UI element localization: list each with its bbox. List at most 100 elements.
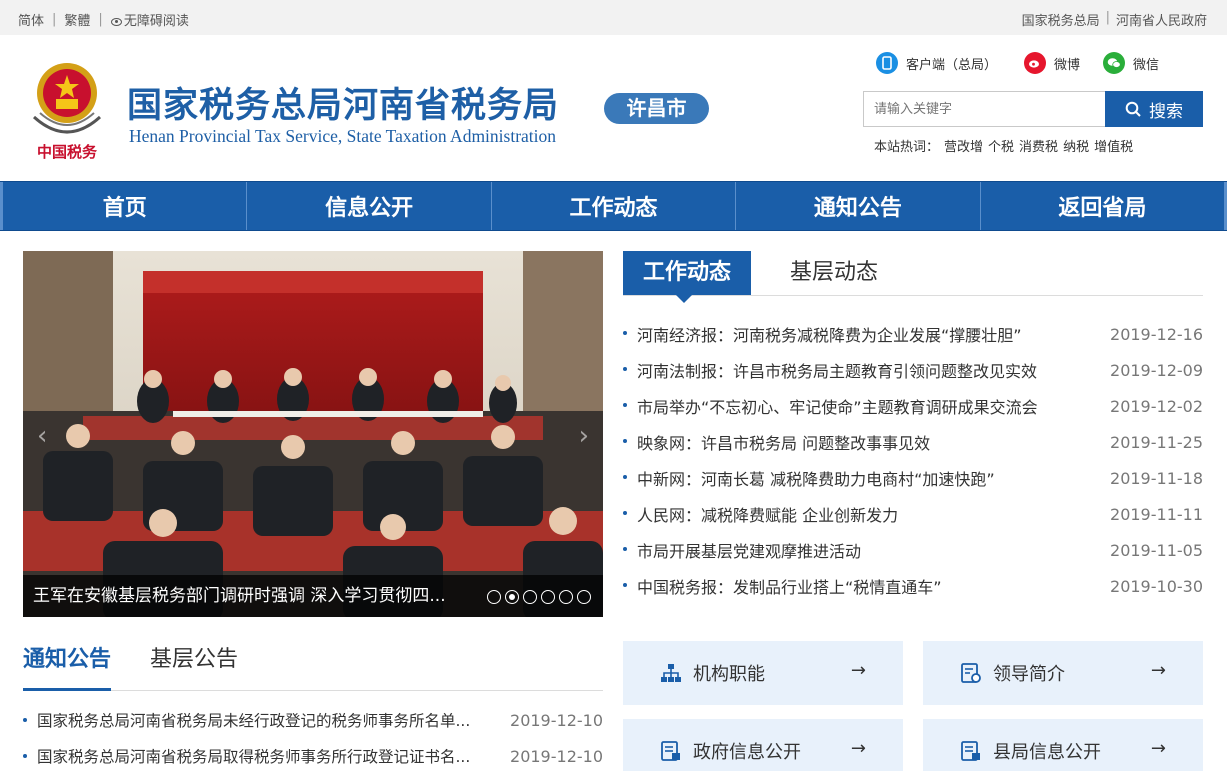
hot-word[interactable]: 纳税: [1063, 136, 1089, 155]
carousel-dot[interactable]: [559, 590, 573, 604]
card-county-info[interactable]: 县局信息公开 →: [923, 719, 1203, 771]
arrow-right-icon: →: [1150, 660, 1166, 681]
item-title[interactable]: 河南法制报：许昌市税务局主题教育引领问题整改见实效: [623, 358, 1037, 382]
item-date: 2019-11-18: [1110, 468, 1203, 488]
list-item[interactable]: 映象网：许昌市税务局 问题整改事事见效 2019-11-25: [623, 424, 1203, 460]
accessibility-label: 无障碍阅读: [123, 14, 189, 29]
arrow-right-icon: →: [850, 660, 866, 681]
carousel-dot[interactable]: [505, 590, 519, 604]
list-item[interactable]: 国家税务总局河南省税务局未经行政登记的税务师事务所名单... 2019-12-10: [23, 702, 603, 738]
main-nav: 首页 信息公开 工作动态 通知公告 返回省局: [0, 181, 1227, 231]
item-date: 2019-12-02: [1110, 396, 1203, 416]
tab-grassroots-news[interactable]: 基层动态: [790, 251, 878, 295]
traditional-chinese-link[interactable]: 繁體: [64, 10, 90, 29]
hot-words: 本站热词： 营改增 个税 消费税 纳税 增值税: [874, 136, 1133, 155]
profile-icon: [960, 662, 982, 684]
item-date: 2019-10-30: [1110, 576, 1203, 596]
notice-list: 国家税务总局河南省税务局未经行政登记的税务师事务所名单... 2019-12-10…: [23, 702, 603, 771]
item-title[interactable]: 市局开展基层党建观摩推进活动: [623, 538, 861, 562]
mobile-icon: [876, 52, 898, 74]
card-label: 政府信息公开: [693, 742, 801, 763]
list-item[interactable]: 河南经济报：河南税务减税降费为企业发展“撑腰壮胆” 2019-12-16: [623, 316, 1203, 352]
document-icon: [960, 740, 982, 762]
item-title[interactable]: 中新网：河南长葛 减税降费助力电商村“加速快跑”: [623, 466, 995, 490]
separator: |: [52, 12, 57, 27]
external-links: 国家税务总局 | 河南省人民政府: [1022, 10, 1207, 29]
carousel-photo: [23, 251, 603, 617]
item-title[interactable]: 市局举办“不忘初心、牢记使命”主题教育调研成果交流会: [623, 394, 1038, 418]
hot-word[interactable]: 消费税: [1019, 136, 1058, 155]
item-title[interactable]: 国家税务总局河南省税务局未经行政登记的税务师事务所名单...: [23, 709, 470, 731]
card-leaders[interactable]: 领导简介 →: [923, 641, 1203, 705]
arrow-right-icon: →: [1150, 738, 1166, 759]
search-icon: [1125, 101, 1141, 117]
nav-item-home[interactable]: 首页: [0, 182, 246, 230]
item-title[interactable]: 国家税务总局河南省税务局取得税务师事务所行政登记证书名...: [23, 745, 470, 767]
city-badge: 许昌市: [604, 93, 709, 124]
org-chart-icon: [660, 662, 682, 684]
site-title-english: Henan Provincial Tax Service, State Taxa…: [129, 126, 557, 146]
notice-tabs: 通知公告 基层公告: [23, 640, 603, 691]
carousel-next-icon[interactable]: ›: [579, 421, 589, 451]
search-button-label: 搜索: [1149, 101, 1183, 122]
hot-word[interactable]: 营改增: [944, 136, 983, 155]
weibo-label: 微博: [1054, 57, 1081, 73]
list-item[interactable]: 市局开展基层党建观摩推进活动 2019-11-05: [623, 532, 1203, 568]
site-title[interactable]: 国家税务总局河南省税务局: [127, 77, 559, 128]
search-input[interactable]: [863, 91, 1106, 127]
accessibility-link[interactable]: 无障碍阅读: [110, 10, 189, 29]
nav-item-work-news[interactable]: 工作动态: [490, 182, 735, 230]
item-date: 2019-12-10: [510, 710, 603, 730]
tax-emblem-logo[interactable]: 中国税务: [26, 57, 108, 163]
carousel-dot[interactable]: [541, 590, 555, 604]
news-list: 河南经济报：河南税务减税降费为企业发展“撑腰壮胆” 2019-12-16 河南法制报…: [623, 316, 1203, 604]
card-label: 县局信息公开: [993, 742, 1101, 763]
separator: |: [1105, 10, 1110, 25]
carousel-prev-icon[interactable]: ‹: [37, 421, 47, 451]
henan-gov-link[interactable]: 河南省人民政府: [1116, 10, 1207, 29]
wechat-link[interactable]: 微信: [1103, 52, 1159, 74]
arrow-right-icon: →: [850, 738, 866, 759]
card-org-functions[interactable]: 机构职能 →: [623, 641, 903, 705]
list-item[interactable]: 中新网：河南长葛 减税降费助力电商村“加速快跑” 2019-11-18: [623, 460, 1203, 496]
item-date: 2019-12-10: [510, 746, 603, 766]
carousel-dots: [487, 590, 591, 604]
hot-word[interactable]: 个税: [988, 136, 1014, 155]
weibo-icon: [1024, 52, 1046, 74]
item-title[interactable]: 映象网：许昌市税务局 问题整改事事见效: [623, 430, 930, 454]
item-date: 2019-11-25: [1110, 432, 1203, 452]
separator: |: [98, 12, 103, 27]
tab-notices[interactable]: 通知公告: [23, 640, 111, 691]
document-icon: [660, 740, 682, 762]
list-item[interactable]: 人民网：减税降费赋能 企业创新发力 2019-11-11: [623, 496, 1203, 532]
list-item[interactable]: 河南法制报：许昌市税务局主题教育引领问题整改见实效 2019-12-09: [623, 352, 1203, 388]
search-button[interactable]: 搜索: [1105, 91, 1203, 127]
wechat-label: 微信: [1133, 57, 1160, 73]
item-title[interactable]: 人民网：减税降费赋能 企业创新发力: [623, 502, 898, 526]
sat-link[interactable]: 国家税务总局: [1022, 10, 1100, 29]
client-link[interactable]: 客户端（总局）: [876, 52, 997, 74]
carousel-dot[interactable]: [487, 590, 501, 604]
nav-item-notices[interactable]: 通知公告: [735, 182, 979, 230]
card-label: 机构职能: [693, 664, 765, 685]
item-title[interactable]: 河南经济报：河南税务减税降费为企业发展“撑腰壮胆”: [623, 322, 1022, 346]
nav-item-back-to-province[interactable]: 返回省局: [979, 182, 1227, 230]
weibo-link[interactable]: 微博: [1024, 52, 1080, 74]
card-gov-info[interactable]: 政府信息公开 →: [623, 719, 903, 771]
tab-grassroots-notices[interactable]: 基层公告: [150, 640, 238, 680]
item-title[interactable]: 中国税务报：发制品行业搭上“税情直通车”: [623, 574, 942, 598]
client-label: 客户端（总局）: [906, 57, 998, 73]
item-date: 2019-12-09: [1110, 360, 1203, 380]
item-date: 2019-11-05: [1110, 540, 1203, 560]
news-carousel[interactable]: ‹ › 王军在安徽基层税务部门调研时强调 深入学习贯彻四...: [23, 251, 603, 617]
simplified-chinese-link[interactable]: 简体: [18, 10, 44, 29]
nav-item-info-disclosure[interactable]: 信息公开: [246, 182, 490, 230]
list-item[interactable]: 中国税务报：发制品行业搭上“税情直通车” 2019-10-30: [623, 568, 1203, 604]
tab-work-news[interactable]: 工作动态: [623, 251, 751, 303]
list-item[interactable]: 市局举办“不忘初心、牢记使命”主题教育调研成果交流会 2019-12-02: [623, 388, 1203, 424]
hot-word[interactable]: 增值税: [1094, 136, 1133, 155]
list-item[interactable]: 国家税务总局河南省税务局取得税务师事务所行政登记证书名... 2019-12-10: [23, 738, 603, 771]
carousel-dot[interactable]: [577, 590, 591, 604]
carousel-dot[interactable]: [523, 590, 537, 604]
site-header: 中国税务 国家税务总局河南省税务局 Henan Provincial Tax S…: [0, 35, 1227, 181]
